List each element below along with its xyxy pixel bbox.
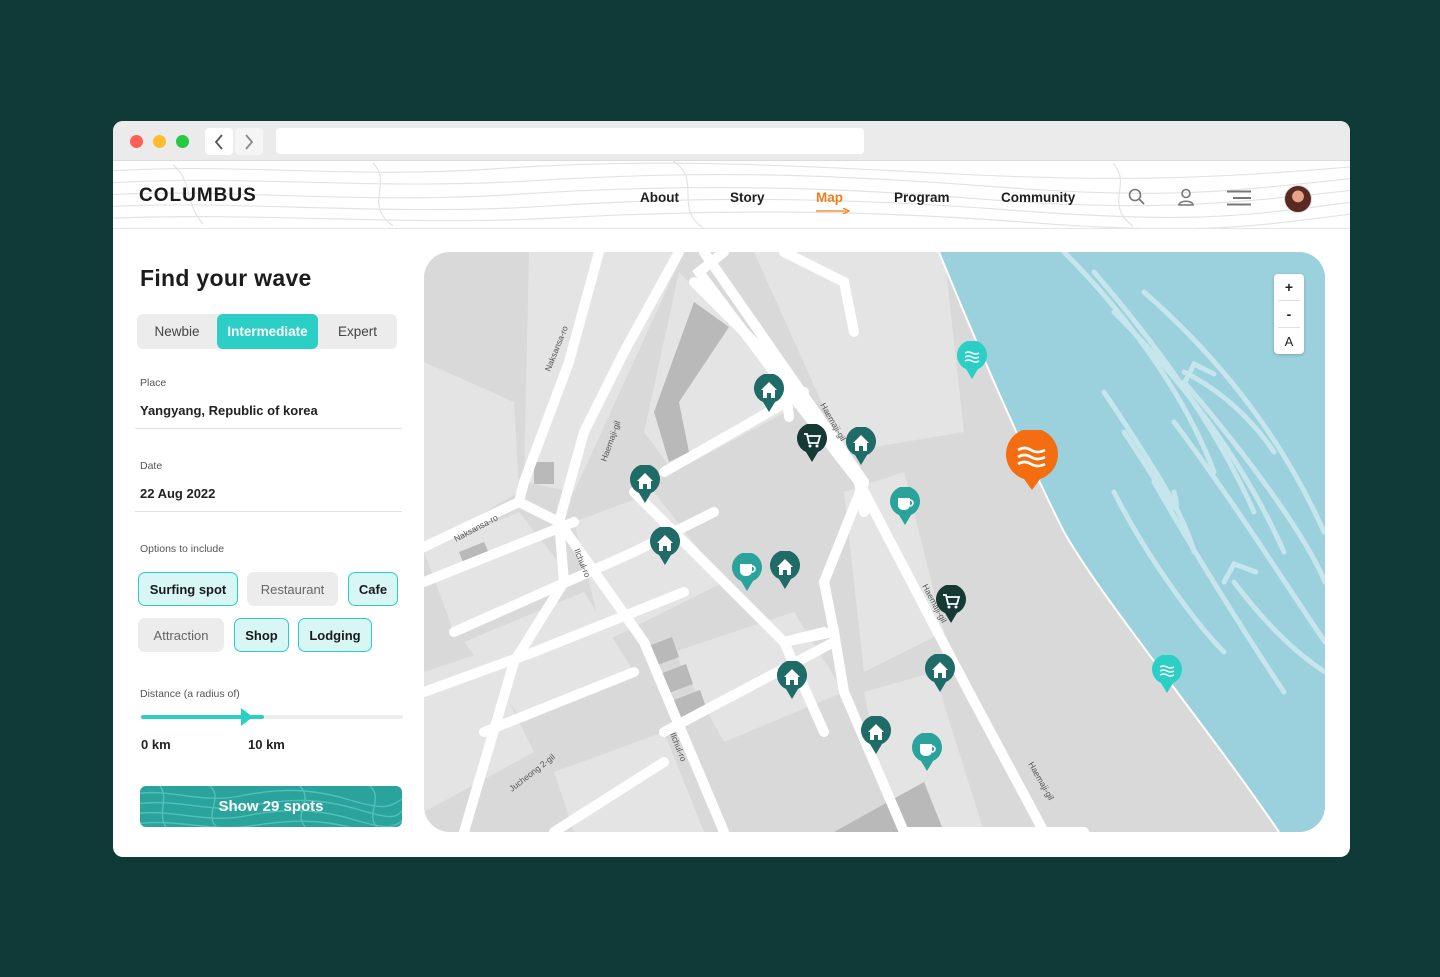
- zoom-out-button[interactable]: -: [1274, 301, 1304, 327]
- cafe-pin[interactable]: [911, 733, 943, 773]
- show-spots-button[interactable]: Show 29 spots: [140, 786, 402, 827]
- maximize-window-button[interactable]: [176, 135, 189, 148]
- place-field[interactable]: Yangyang, Republic of korea: [140, 403, 318, 418]
- lodging-pin[interactable]: [753, 374, 785, 414]
- search-icon[interactable]: [1128, 188, 1146, 206]
- distance-slider-track[interactable]: [141, 715, 403, 719]
- surfing-spot-pin[interactable]: [1151, 655, 1183, 695]
- map-view[interactable]: Naksansa-ro Naksansa-ro Haemaji-gil Haem…: [424, 252, 1325, 832]
- lodging-pin[interactable]: [845, 427, 877, 467]
- lodging-pin[interactable]: [776, 661, 808, 701]
- nav-map[interactable]: Map: [816, 190, 843, 205]
- distance-value-label: 10 km: [248, 737, 285, 752]
- divider: [135, 428, 402, 429]
- surfing-spot-pin[interactable]: [956, 341, 988, 381]
- cafe-pin[interactable]: [731, 553, 763, 593]
- cafe-pin[interactable]: [889, 487, 921, 527]
- chevron-left-icon: [214, 133, 223, 150]
- date-label: Date: [140, 460, 163, 472]
- nav-about[interactable]: About: [640, 190, 679, 205]
- place-label: Place: [140, 377, 167, 389]
- site-logo[interactable]: COLUMBUS: [139, 185, 257, 207]
- level-newbie-tab[interactable]: Newbie: [137, 314, 217, 349]
- option-attraction-chip[interactable]: Attraction: [138, 618, 224, 652]
- lodging-pin[interactable]: [924, 654, 956, 694]
- auto-zoom-button[interactable]: A: [1274, 328, 1304, 354]
- lodging-pin[interactable]: [629, 465, 661, 505]
- level-intermediate-tab[interactable]: Intermediate: [217, 314, 318, 349]
- close-window-button[interactable]: [130, 135, 143, 148]
- distance-min-label: 0 km: [141, 737, 171, 752]
- user-icon[interactable]: [1177, 188, 1195, 206]
- shop-pin[interactable]: [796, 424, 828, 464]
- minimize-window-button[interactable]: [153, 135, 166, 148]
- browser-forward-button[interactable]: [235, 128, 263, 155]
- nav-story[interactable]: Story: [730, 190, 765, 205]
- option-surfing-spot-chip[interactable]: Surfing spot: [138, 572, 238, 606]
- zoom-controls: + - A: [1274, 274, 1304, 354]
- filter-panel: Find your wave Newbie Intermediate Exper…: [113, 229, 418, 857]
- browser-back-button[interactable]: [205, 128, 233, 155]
- level-expert-tab[interactable]: Expert: [318, 314, 397, 349]
- shop-pin[interactable]: [935, 585, 967, 625]
- options-label: Options to include: [140, 543, 225, 555]
- divider: [135, 511, 402, 512]
- lodging-pin[interactable]: [860, 716, 892, 756]
- option-cafe-chip[interactable]: Cafe: [348, 572, 398, 606]
- nav-program[interactable]: Program: [894, 190, 950, 205]
- option-lodging-chip[interactable]: Lodging: [298, 618, 372, 652]
- option-shop-chip[interactable]: Shop: [234, 618, 289, 652]
- browser-window: COLUMBUS About Story Map Program Communi…: [113, 121, 1350, 857]
- browser-toolbar: [113, 121, 1350, 161]
- lodging-pin[interactable]: [769, 551, 801, 591]
- site-header: COLUMBUS About Story Map Program Communi…: [113, 161, 1350, 229]
- nav-community[interactable]: Community: [1001, 190, 1075, 205]
- distance-slider-handle[interactable]: [227, 708, 253, 726]
- selected-surfing-spot-pin[interactable]: [1004, 430, 1060, 492]
- distance-label: Distance (a radius of): [140, 688, 240, 700]
- option-restaurant-chip[interactable]: Restaurant: [247, 572, 338, 606]
- lodging-pin[interactable]: [649, 527, 681, 567]
- zoom-in-button[interactable]: +: [1274, 274, 1304, 300]
- chevron-right-icon: [245, 133, 254, 150]
- panel-title: Find your wave: [140, 265, 312, 291]
- menu-icon[interactable]: [1227, 190, 1251, 206]
- active-nav-arrow-icon: [816, 208, 850, 214]
- avatar[interactable]: [1284, 185, 1312, 213]
- show-spots-label: Show 29 spots: [218, 798, 324, 815]
- date-field[interactable]: 22 Aug 2022: [140, 486, 215, 501]
- level-selector: Newbie Intermediate Expert: [137, 314, 397, 349]
- address-bar[interactable]: [276, 128, 864, 154]
